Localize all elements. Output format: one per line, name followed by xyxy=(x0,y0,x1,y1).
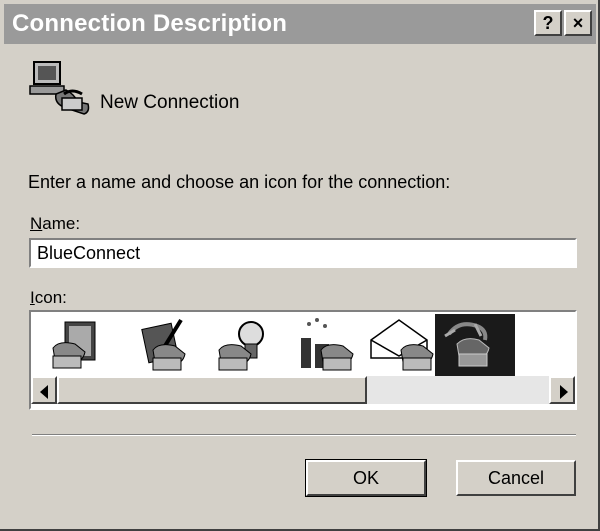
phone-with-globe-icon[interactable] xyxy=(435,314,515,376)
connection-name-heading: New Connection xyxy=(100,92,240,113)
phone-with-lightbulb-icon[interactable] xyxy=(207,314,287,376)
scroll-thumb[interactable] xyxy=(57,376,367,404)
phone-with-factory-icon[interactable] xyxy=(287,314,367,376)
window-title: Connection Description xyxy=(12,10,288,37)
phone-with-book-icon[interactable] xyxy=(39,314,119,376)
icon-list[interactable] xyxy=(29,310,577,410)
cancel-button[interactable]: Cancel xyxy=(456,460,576,496)
arrow-left-icon xyxy=(40,385,48,399)
ok-button[interactable]: OK xyxy=(305,459,427,497)
help-button[interactable]: ? xyxy=(534,10,562,36)
connection-description-dialog: Connection Description ? × New Connectio… xyxy=(0,0,600,531)
name-input[interactable] xyxy=(29,238,577,268)
name-label: Name: xyxy=(30,214,81,233)
instruction-text: Enter a name and choose an icon for the … xyxy=(28,172,451,192)
scroll-right-button[interactable] xyxy=(549,376,575,404)
scroll-left-button[interactable] xyxy=(31,376,57,404)
divider xyxy=(32,434,576,436)
icon-list-scrollbar[interactable] xyxy=(31,376,575,404)
phone-with-pen-icon[interactable] xyxy=(123,314,203,376)
icon-label: Icon: xyxy=(30,288,67,307)
title-bar[interactable]: Connection Description ? × xyxy=(4,4,596,44)
connection-phone-icon xyxy=(29,61,90,115)
close-button[interactable]: × xyxy=(564,10,592,36)
arrow-right-icon xyxy=(560,385,568,399)
